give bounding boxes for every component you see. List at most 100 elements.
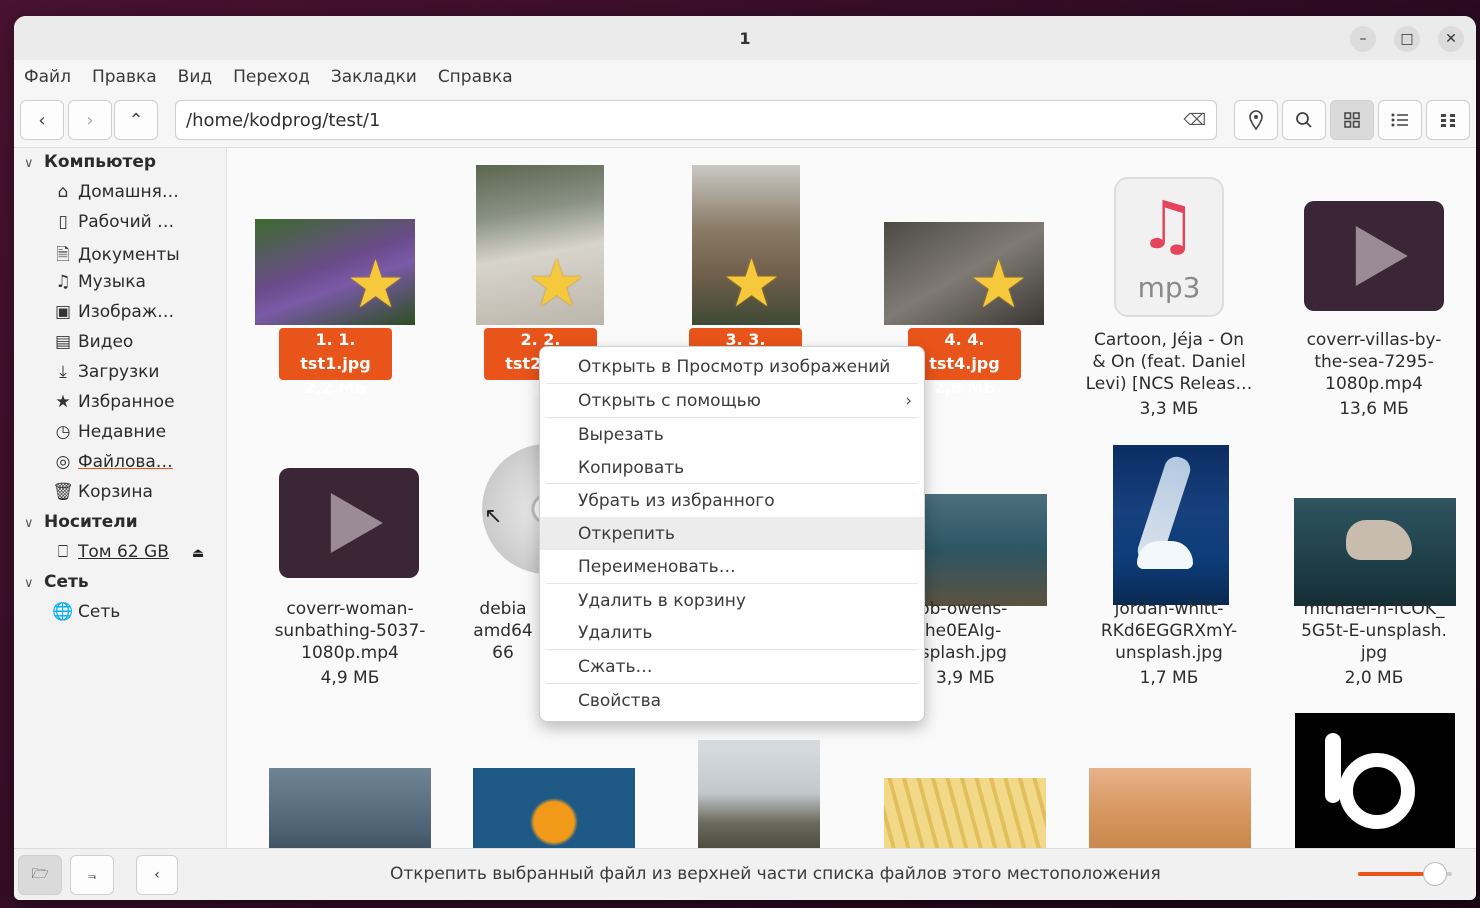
- list-view-button[interactable]: [1378, 100, 1422, 140]
- ctx-cut[interactable]: Вырезать: [540, 418, 924, 451]
- file-label: michael-h-fCOK_ 5G5t-E-unsplash. jpg 2,0…: [1301, 599, 1447, 688]
- image-thumbnail: [1294, 498, 1456, 606]
- location-input[interactable]: /home/kodprog/test/1: [186, 110, 380, 131]
- ctx-copy[interactable]: Копировать: [540, 451, 924, 484]
- chevron-down-icon: ∨: [24, 156, 34, 171]
- side-panel-button[interactable]: ‹: [136, 855, 178, 895]
- sidebar-item-desktop[interactable]: ▯ Рабочий …: [50, 212, 174, 232]
- chevron-left-icon: ‹: [38, 109, 46, 131]
- sidebar-section-network[interactable]: ∨ Сеть: [24, 572, 89, 592]
- music-note-icon: ♫: [1138, 187, 1198, 264]
- grid-icon: [1344, 112, 1360, 128]
- play-icon: [330, 493, 383, 553]
- sidebar-item-starred[interactable]: ★ Избранное: [50, 392, 174, 412]
- menu-file[interactable]: Файл: [24, 67, 71, 87]
- clear-icon[interactable]: ⌫: [1183, 110, 1206, 129]
- menu-help[interactable]: Справка: [438, 67, 513, 87]
- video-icon: ▤: [54, 332, 72, 352]
- sidebar-item-home[interactable]: ⌂ Домашня…: [50, 182, 179, 202]
- folder-icon: 🗁: [31, 866, 49, 882]
- image-thumbnail: [1113, 445, 1229, 605]
- menu-bookmarks[interactable]: Закладки: [331, 67, 417, 87]
- sidebar-item-volume[interactable]: ⎕ Том 62 GB: [50, 542, 169, 562]
- image-icon: ▣: [54, 302, 72, 322]
- star-icon: ★: [55, 392, 71, 412]
- ctx-open-with[interactable]: Открыть с помощью ›: [540, 384, 924, 417]
- tree-icon: ⫬: [87, 867, 97, 883]
- audio-file-icon: ♫ mp3: [1114, 177, 1224, 317]
- ctx-compress[interactable]: Сжать…: [540, 650, 924, 683]
- file-item-duck-image[interactable]: [269, 768, 431, 848]
- maximize-button[interactable]: □: [1394, 26, 1420, 52]
- zoom-slider[interactable]: [1358, 862, 1452, 886]
- chevron-down-icon: ∨: [24, 516, 34, 531]
- statusbar: 🗁 ⫬ ‹ Открепить выбранный файл из верхне…: [14, 848, 1476, 900]
- up-button[interactable]: ⌃: [114, 100, 158, 140]
- minimize-button[interactable]: –: [1350, 26, 1376, 52]
- titlebar: 1 – □ ✕: [14, 16, 1476, 60]
- starred-icon: ★: [527, 245, 587, 322]
- file-item-camels-image[interactable]: [1089, 768, 1251, 848]
- file-label: debia amd64 66: [473, 599, 533, 663]
- chevron-down-icon: ∨: [24, 576, 34, 591]
- image-thumbnail: [925, 494, 1047, 606]
- file-label: coverr-villas-by- the-sea-7295- 1080p.mp…: [1306, 330, 1442, 419]
- grid-view-button[interactable]: [1330, 100, 1374, 140]
- ctx-unpin[interactable]: Открепить: [540, 517, 924, 550]
- file-item-jellyfish-image[interactable]: [473, 768, 635, 848]
- sidebar-section-devices[interactable]: ∨ Носители: [24, 512, 138, 532]
- file-item-seagull-image[interactable]: [698, 740, 820, 848]
- ctx-delete[interactable]: Удалить: [540, 616, 924, 649]
- video-thumbnail: [1304, 201, 1444, 311]
- music-icon: ♫: [55, 272, 71, 292]
- menu-icon: [1441, 114, 1455, 127]
- status-message: Открепить выбранный файл из верхней част…: [390, 864, 1161, 884]
- mouse-cursor-icon: ↖: [484, 504, 503, 529]
- sidebar-item-pictures[interactable]: ▣ Изображ…: [50, 302, 174, 322]
- sidebar-item-music[interactable]: ♫ Музыка: [50, 272, 146, 292]
- sidebar-section-computer[interactable]: ∨ Компьютер: [24, 152, 156, 172]
- list-icon: [1391, 113, 1408, 127]
- sidebar-item-documents[interactable]: 🗎 Документы: [50, 242, 180, 271]
- filesystem-icon: ◎: [55, 452, 71, 472]
- location-bar[interactable]: /home/kodprog/test/1 ⌫: [175, 100, 1217, 140]
- search-button[interactable]: [1282, 100, 1326, 140]
- menu-view[interactable]: Вид: [178, 67, 212, 87]
- context-menu: Открыть в Просмотр изображений Открыть с…: [539, 346, 925, 722]
- menubar: Файл Правка Вид Переход Закладки Справка: [14, 60, 1476, 94]
- location-button[interactable]: [1234, 100, 1278, 140]
- toggle-sidebar-button[interactable]: 🗁: [18, 855, 62, 895]
- sidebar-item-downloads[interactable]: ⤓ Загрузки: [50, 362, 159, 382]
- sidebar-item-recent[interactable]: ◷ Недавние: [50, 422, 166, 442]
- sidebar: ∨ Компьютер ⌂ Домашня… ▯ Рабочий … 🗎 Докумен…: [14, 148, 227, 848]
- eject-icon[interactable]: ⏏: [192, 546, 204, 561]
- chevron-right-icon: ›: [905, 390, 912, 411]
- sidebar-item-network[interactable]: 🌐 Сеть: [50, 602, 120, 622]
- sidebar-item-videos[interactable]: ▤ Видео: [50, 332, 133, 352]
- file-label: Cartoon, Jéja - On & On (feat. Daniel Le…: [1085, 330, 1253, 419]
- menu-go[interactable]: Переход: [233, 67, 310, 87]
- logo-ring: [1339, 753, 1415, 829]
- close-button[interactable]: ✕: [1438, 26, 1464, 52]
- chevron-up-icon: ⌃: [128, 109, 144, 131]
- file-item-anemone-image[interactable]: [884, 778, 1046, 848]
- clock-icon: ◷: [55, 422, 71, 442]
- options-menu-button[interactable]: [1426, 100, 1470, 140]
- ctx-open-image-viewer[interactable]: Открыть в Просмотр изображений: [540, 350, 924, 383]
- ctx-properties[interactable]: Свойства: [540, 684, 924, 717]
- tree-view-button[interactable]: ⫬: [70, 855, 114, 895]
- ctx-rename[interactable]: Переименовать…: [540, 550, 924, 583]
- menu-edit[interactable]: Правка: [92, 67, 157, 87]
- back-button[interactable]: ‹: [20, 100, 64, 140]
- toolbar: ‹ › ⌃ /home/kodprog/test/1 ⌫: [14, 94, 1476, 148]
- trash-icon: 🗑: [52, 482, 74, 502]
- usb-drive-icon: ⎕: [57, 542, 69, 562]
- zoom-slider-handle[interactable]: [1423, 862, 1448, 886]
- ctx-unstar[interactable]: Убрать из избранного: [540, 484, 924, 517]
- sidebar-item-trash[interactable]: 🗑 Корзина: [50, 482, 153, 502]
- sidebar-item-filesystem[interactable]: ◎ Файлова…: [50, 452, 173, 472]
- forward-button[interactable]: ›: [68, 100, 112, 140]
- window-title: 1: [739, 28, 751, 48]
- ctx-move-to-trash[interactable]: Удалить в корзину: [540, 584, 924, 617]
- file-item-logo-image[interactable]: [1295, 713, 1455, 848]
